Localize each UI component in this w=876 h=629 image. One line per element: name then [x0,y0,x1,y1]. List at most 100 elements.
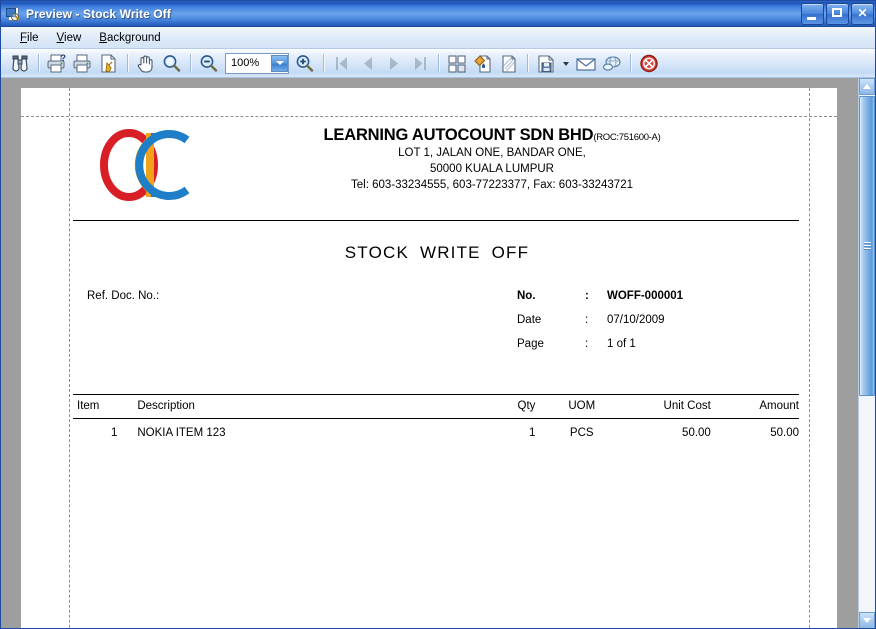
table-row: 1 NOKIA ITEM 123 1 PCS 50.00 50.00 [73,419,799,444]
export-dropdown-button[interactable] [560,52,572,75]
printer-icon [73,54,91,72]
chevron-up-icon [863,84,871,89]
autocount-logo-icon [100,129,190,201]
paint-bucket-page-icon [474,54,491,73]
cell-item: 1 [110,427,118,439]
doc-date-row: Date : 07/10/2009 [517,314,801,326]
envelope-icon [576,57,596,71]
send-email-button[interactable] [574,52,598,75]
menu-item-background[interactable]: Background [90,30,169,46]
preview-document-icon [5,6,21,22]
header-divider [73,220,799,221]
doc-number-row: No. : WOFF-000001 [517,290,801,302]
margin-guide-left [69,88,70,628]
table-header-row: Item Description Qty UOM Unit Cost Amoun… [73,394,799,419]
report-body: LEARNING AUTOCOUNT SDN BHD(ROC:751600-A)… [73,124,801,443]
chevron-down-icon [863,618,871,623]
page-setup-icon [101,53,116,73]
zoom-in-button[interactable] [293,52,317,75]
watermark-icon [502,54,516,73]
ref-doc-no-field: Ref. Doc. No.: [73,290,517,362]
margin-guide-top [21,116,837,117]
svg-text:?: ? [61,53,67,63]
doc-number-label: No. [517,290,536,302]
report-header: LEARNING AUTOCOUNT SDN BHD(ROC:751600-A)… [73,124,801,216]
menu-item-file[interactable]: File [11,30,48,46]
globe-icon [602,55,621,71]
table-header: Item Description Qty UOM Unit Cost Amoun… [73,394,799,419]
toolbar-separator [190,54,191,72]
last-page-button[interactable] [408,52,432,75]
binoculars-icon [12,55,28,72]
vertical-scrollbar[interactable] [858,78,875,628]
menu-bar: File View Background [1,27,875,49]
menu-label-file-rest: ile [27,31,39,44]
window-title: Preview - Stock Write Off [26,6,171,21]
column-header-uom: UOM [543,394,621,419]
page-setup-button[interactable] [97,52,121,75]
column-header-unit-cost: Unit Cost [620,394,717,419]
cell-uom: PCS [569,427,594,439]
close-preview-button[interactable] [637,52,661,75]
company-name: LEARNING AUTOCOUNT SDN BHD [323,126,594,144]
scroll-up-button[interactable] [859,78,875,95]
zoom-in-icon [296,54,314,72]
margin-guide-right [809,88,810,628]
doc-number-value: WOFF-000001 [607,290,684,302]
multiple-pages-icon [448,54,466,73]
window-controls: ✕ [801,3,874,25]
watermark-button[interactable] [497,52,521,75]
line-items-table-wrap: Item Description Qty UOM Unit Cost Amoun… [73,394,801,443]
table-body: 1 NOKIA ITEM 123 1 PCS 50.00 50.00 [73,419,799,444]
chevron-down-icon[interactable] [271,54,288,72]
scroll-down-button[interactable] [859,612,875,628]
zoom-out-icon [200,54,218,72]
doc-page-value: 1 of 1 [607,338,636,350]
minimize-button[interactable] [801,3,824,25]
scrollbar-thumb[interactable] [859,96,875,396]
preview-canvas[interactable]: LEARNING AUTOCOUNT SDN BHD(ROC:751600-A)… [1,78,875,628]
menu-item-view[interactable]: View [48,30,91,46]
doc-page-label: Page [517,338,544,350]
maximize-button[interactable] [826,3,849,25]
company-logo [95,124,213,212]
hand-icon [137,55,153,73]
first-page-button[interactable] [330,52,354,75]
document-page: LEARNING AUTOCOUNT SDN BHD(ROC:751600-A)… [21,88,837,628]
doc-page-colon: : [585,338,589,350]
export-document-button[interactable] [534,52,558,75]
page-color-button[interactable] [471,52,495,75]
hand-tool-button[interactable] [134,52,158,75]
doc-number-colon: : [585,290,589,302]
toolbar-separator [630,54,631,72]
close-icon: ✕ [857,6,868,20]
toolbar-separator [323,54,324,72]
close-button[interactable]: ✕ [851,3,874,25]
previous-page-icon [364,56,372,70]
doc-page-row: Page : 1 of 1 [517,338,801,350]
cell-unit-cost: 50.00 [682,427,711,439]
company-roc: (ROC:751600-A) [593,132,661,143]
multiple-pages-button[interactable] [445,52,469,75]
cell-description: NOKIA ITEM 123 [137,427,226,439]
preview-window: Preview - Stock Write Off ✕ File View Ba… [0,0,876,629]
printer-question-icon: ? [47,53,67,72]
quick-print-button[interactable] [71,52,95,75]
print-dialog-button[interactable]: ? [45,52,69,75]
cell-amount: 50.00 [770,427,799,439]
next-page-button[interactable] [382,52,406,75]
company-address-line-2: 50000 KUALA LUMPUR [429,163,554,175]
last-page-icon [415,56,426,70]
company-name-line: LEARNING AUTOCOUNT SDN BHD(ROC:751600-A) [213,126,771,145]
doc-date-value: 07/10/2009 [607,314,665,326]
cell-qty: 1 [529,427,536,439]
menu-label-view-rest: iew [64,31,82,44]
send-web-button[interactable] [600,52,624,75]
previous-page-button[interactable] [356,52,380,75]
company-address-line-1: LOT 1, JALAN ONE, BANDAR ONE, [398,147,586,159]
zoom-out-button[interactable] [197,52,221,75]
zoom-level-combobox[interactable]: 100% [225,52,289,74]
find-button[interactable] [8,52,32,75]
magnifier-tool-button[interactable] [160,52,184,75]
next-page-icon [390,56,398,70]
